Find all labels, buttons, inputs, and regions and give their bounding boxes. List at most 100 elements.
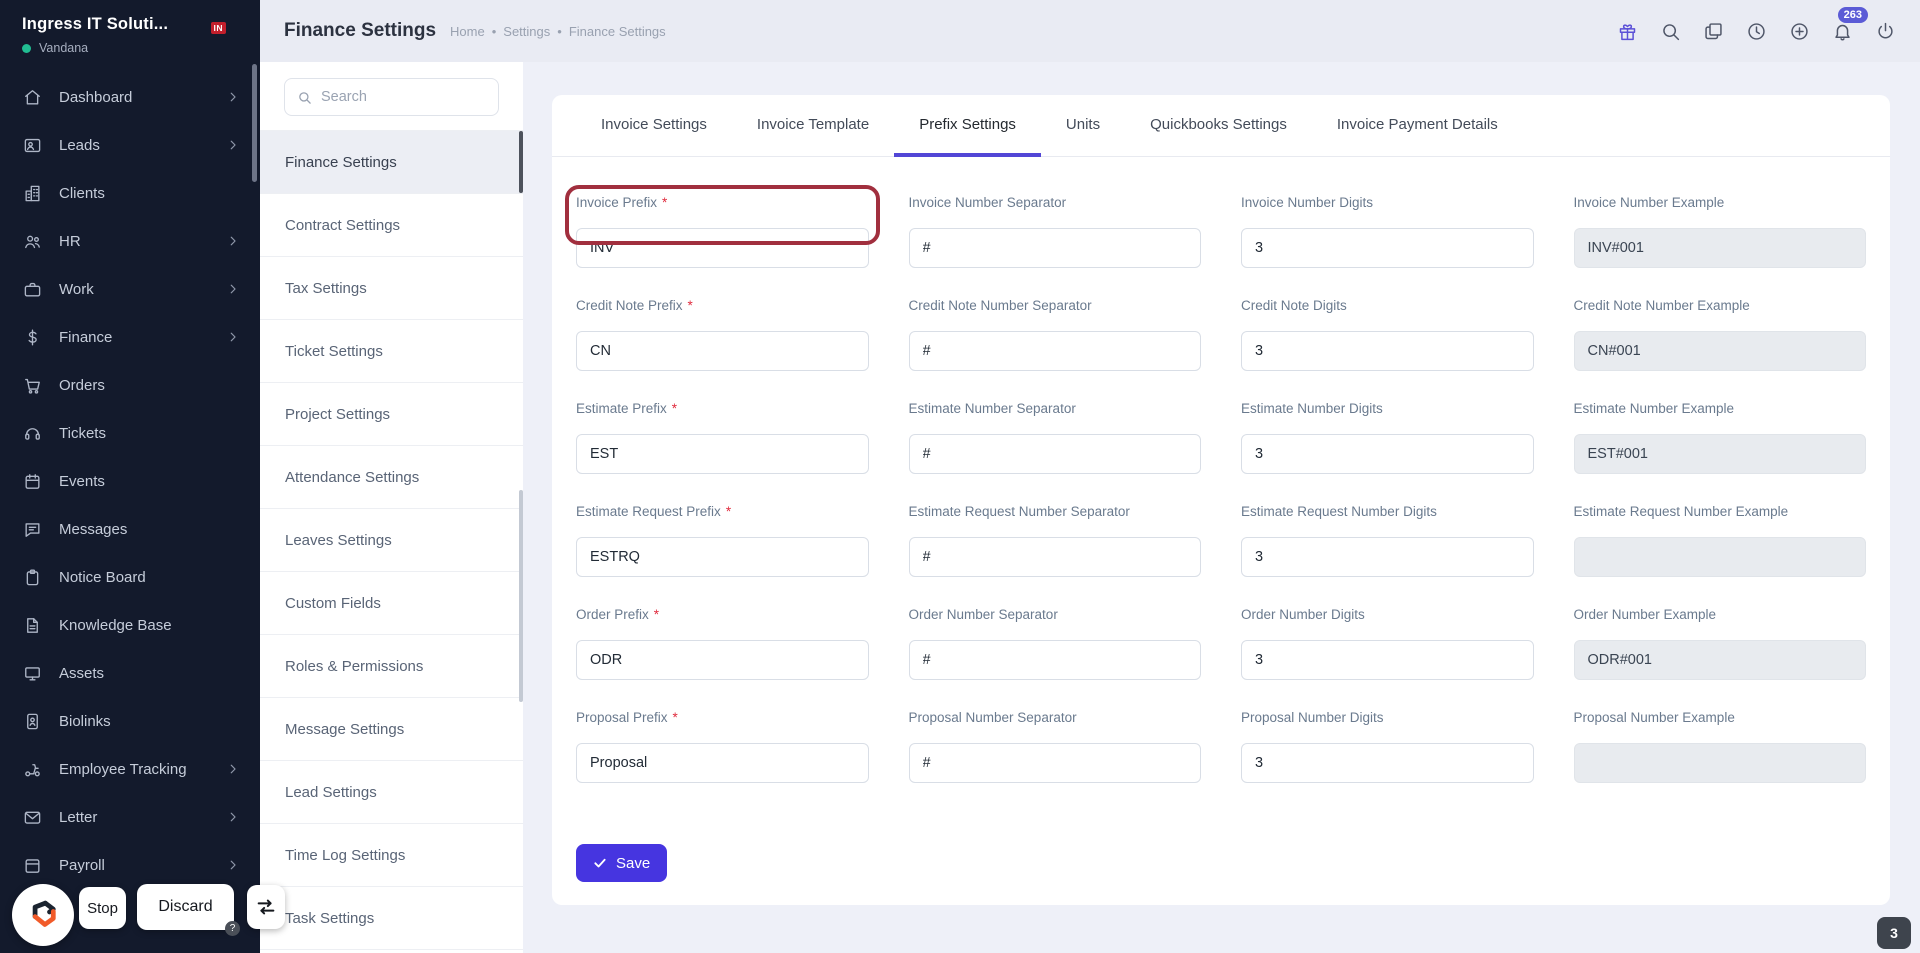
clock-button[interactable]	[1745, 20, 1767, 42]
header-icons: 263	[1616, 7, 1896, 42]
settings-item-project-settings[interactable]: Project Settings	[260, 383, 523, 446]
pages-button[interactable]	[1702, 20, 1724, 42]
sidebar-item-orders[interactable]: Orders	[0, 361, 260, 409]
app: { "sidebar": { "company": "Ingress IT So…	[0, 0, 1920, 953]
field-label: Credit Note Number Example	[1573, 298, 1750, 313]
sidebar-scrollbar[interactable]	[252, 64, 257, 182]
swap-button[interactable]	[247, 885, 285, 929]
sidebar-item-knowledge-base[interactable]: Knowledge Base	[0, 601, 260, 649]
sidebar-item-employee-tracking[interactable]: Employee Tracking	[0, 745, 260, 793]
settings-item-contract-settings[interactable]: Contract Settings	[260, 194, 523, 257]
required-asterisk: *	[653, 607, 660, 622]
settings-scrollbar-thumb[interactable]	[519, 131, 523, 193]
breadcrumb-item[interactable]: Home	[450, 24, 485, 39]
sidebar-item-tickets[interactable]: Tickets	[0, 409, 260, 457]
tab-label: Invoice Settings	[601, 115, 707, 133]
invoice-number-example-input	[1573, 228, 1866, 268]
tab-quickbooks-settings[interactable]: Quickbooks Settings	[1125, 95, 1312, 157]
breadcrumb-item[interactable]: Finance Settings	[569, 24, 666, 39]
sidebar-item-work[interactable]: Work	[0, 265, 260, 313]
settings-item-roles-permissions[interactable]: Roles & Permissions	[260, 635, 523, 698]
credit-note-digits-input[interactable]	[1241, 331, 1534, 371]
estimate-number-separator-input[interactable]	[908, 434, 1201, 474]
sidebar-item-notice-board[interactable]: Notice Board	[0, 553, 260, 601]
field-label: Order Number Example	[1573, 607, 1717, 622]
tab-units[interactable]: Units	[1041, 95, 1125, 157]
settings-item-custom-fields[interactable]: Custom Fields	[260, 572, 523, 635]
lead-icon	[24, 138, 41, 152]
settings-item-attendance-settings[interactable]: Attendance Settings	[260, 446, 523, 509]
stop-button[interactable]: Stop	[79, 887, 126, 929]
sidebar-item-finance[interactable]: Finance	[0, 313, 260, 361]
tab-invoice-settings[interactable]: Invoice Settings	[576, 95, 732, 157]
proposal-prefix-input[interactable]	[576, 743, 869, 783]
credit-note-number-separator-input[interactable]	[908, 331, 1201, 371]
settings-card: Invoice Settings Invoice Template Prefix S…	[552, 95, 1890, 905]
chevron-right-icon	[230, 236, 236, 246]
settings-scrollbar-track[interactable]	[519, 490, 523, 702]
sidebar-item-label: Leads	[59, 136, 100, 154]
header: Finance Settings Home • Settings • Finance S…	[260, 0, 1920, 62]
bell-icon	[1834, 24, 1850, 40]
field-label: Invoice Number Example	[1573, 195, 1725, 210]
plus-circle-button[interactable]	[1788, 20, 1810, 42]
field-label: Credit Note Number Separator	[908, 298, 1092, 313]
sidebar-item-biolinks[interactable]: Biolinks	[0, 697, 260, 745]
breadcrumb-item[interactable]: Settings	[503, 24, 550, 39]
estimate-prefix-input[interactable]	[576, 434, 869, 474]
settings-search-input[interactable]	[321, 89, 486, 105]
sidebar-item-payroll[interactable]: Payroll	[0, 841, 260, 889]
settings-item-lead-settings[interactable]: Lead Settings	[260, 761, 523, 824]
order-number-separator-input[interactable]	[908, 640, 1201, 680]
order-number-digits-input[interactable]	[1241, 640, 1534, 680]
sidebar-item-hr[interactable]: HR	[0, 217, 260, 265]
sidebar-item-clients[interactable]: Clients	[0, 169, 260, 217]
discard-button[interactable]: Discard	[137, 884, 234, 930]
estimate-request-prefix-input[interactable]	[576, 537, 869, 577]
tab-invoice-template[interactable]: Invoice Template	[732, 95, 894, 157]
order-prefix-input[interactable]	[576, 640, 869, 680]
settings-item-label: Ticket Settings	[285, 342, 383, 360]
power-button[interactable]	[1874, 20, 1896, 42]
bell-button[interactable]: 263	[1831, 7, 1868, 42]
invoice-number-digits-input[interactable]	[1241, 228, 1534, 268]
gift-button[interactable]	[1616, 20, 1638, 42]
help-badge[interactable]: ?	[225, 921, 240, 936]
proposal-number-digits-input[interactable]	[1241, 743, 1534, 783]
gift-icon	[1619, 23, 1635, 40]
sidebar-item-label: Payroll	[59, 856, 105, 874]
chevron-right-icon	[230, 812, 236, 822]
sidebar-item-messages[interactable]: Messages	[0, 505, 260, 553]
credit-note-prefix-input[interactable]	[576, 331, 869, 371]
sidebar-item-dashboard[interactable]: Dashboard	[0, 73, 260, 121]
form-field-estimate-prefix: Estimate Prefix *	[576, 400, 869, 474]
sidebar-item-assets[interactable]: Assets	[0, 649, 260, 697]
settings-item-task-settings[interactable]: Task Settings	[260, 887, 523, 950]
estimate-number-digits-input[interactable]	[1241, 434, 1534, 474]
sidebar-item-leads[interactable]: Leads	[0, 121, 260, 169]
settings-item-time-log-settings[interactable]: Time Log Settings	[260, 824, 523, 887]
settings-item-finance-settings[interactable]: Finance Settings	[260, 131, 523, 194]
settings-item-leaves-settings[interactable]: Leaves Settings	[260, 509, 523, 572]
tab-label: Quickbooks Settings	[1150, 115, 1287, 133]
estimate-request-number-digits-input[interactable]	[1241, 537, 1534, 577]
mail-icon	[24, 811, 41, 824]
field-label: Estimate Request Number Separator	[908, 504, 1130, 519]
settings-item-tax-settings[interactable]: Tax Settings	[260, 257, 523, 320]
settings-item-message-settings[interactable]: Message Settings	[260, 698, 523, 761]
tab-label: Units	[1065, 115, 1101, 133]
estimate-request-number-separator-input[interactable]	[908, 537, 1201, 577]
tab-prefix-settings[interactable]: Prefix Settings	[894, 95, 1041, 157]
sidebar-item-letter[interactable]: Letter	[0, 793, 260, 841]
recorder-logo-button[interactable]	[12, 884, 74, 946]
proposal-number-separator-input[interactable]	[908, 743, 1201, 783]
search-button[interactable]	[1659, 20, 1681, 42]
invoice-number-separator-input[interactable]	[908, 228, 1201, 268]
monitor-icon	[25, 666, 40, 681]
invoice-prefix-input[interactable]	[576, 228, 869, 268]
save-button[interactable]: Save	[576, 844, 668, 882]
company-block[interactable]: Ingress IT Soluti... Vandana IN	[0, 0, 260, 63]
tab-invoice-payment-details[interactable]: Invoice Payment Details	[1312, 95, 1523, 157]
settings-item-ticket-settings[interactable]: Ticket Settings	[260, 320, 523, 383]
sidebar-item-events[interactable]: Events	[0, 457, 260, 505]
